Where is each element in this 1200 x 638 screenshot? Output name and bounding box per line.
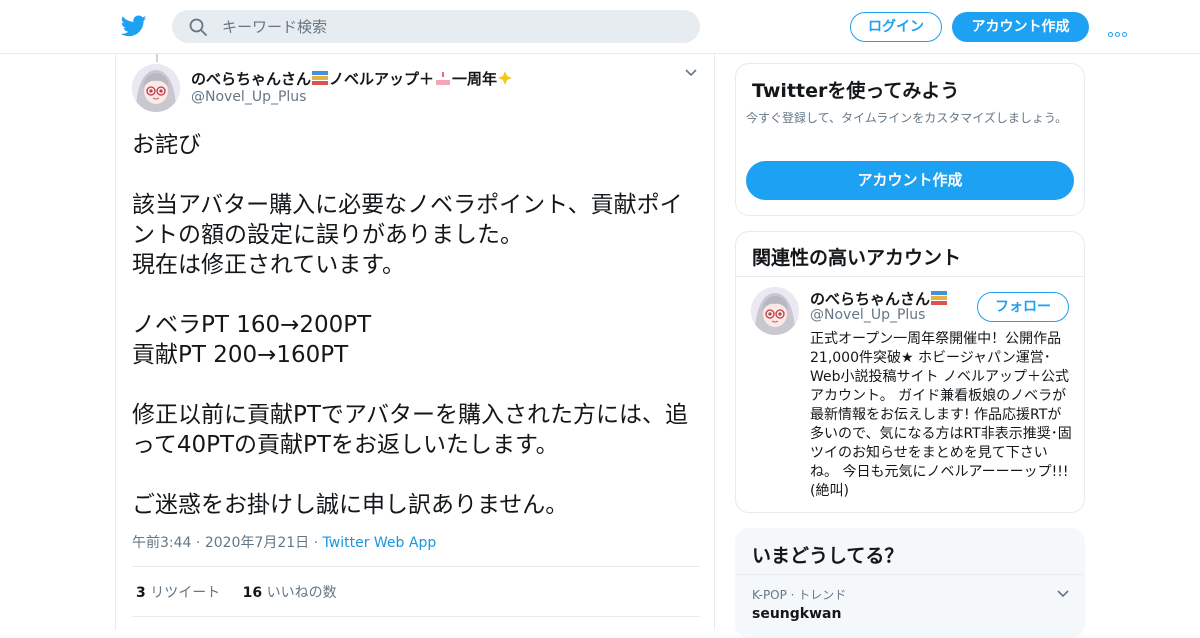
signup-card-button[interactable]: アカウント作成 — [746, 161, 1074, 200]
related-account-name-text: のべらちゃんさん — [810, 290, 931, 308]
search-icon — [189, 18, 207, 36]
divider — [736, 276, 1084, 277]
like-stat[interactable]: 16 いいねの数 — [243, 585, 337, 601]
like-count: 16 — [242, 585, 263, 601]
meta-separator: · — [313, 535, 323, 551]
trend-name[interactable]: seungkwan — [752, 606, 841, 622]
meta-separator: · — [195, 535, 205, 551]
avatar[interactable] — [132, 64, 180, 112]
tweet-meta: 午前3:44 · 2020年7月21日 · Twitter Web App — [132, 532, 436, 552]
chevron-down-icon[interactable] — [1056, 589, 1070, 599]
related-account-handle[interactable]: @Novel_Up_Plus — [810, 307, 925, 323]
books-emoji-icon — [312, 71, 329, 85]
author-name[interactable]: のべらちゃんさん ノベルアップ＋ 一周年 — [191, 68, 515, 89]
login-button[interactable]: ログイン — [850, 12, 942, 42]
trends-card: いまどうしてる？ K-POP · トレンド seungkwan — [735, 528, 1085, 638]
signup-card-subtitle: 今すぐ登録して、タイムラインをカスタマイズしましょう。 — [746, 111, 1068, 125]
tweet-time[interactable]: 午前3:44 — [132, 535, 191, 551]
related-card-title: 関連性の高いアカウント — [752, 247, 962, 269]
tweet-stats: 3 リツイート 16 いいねの数 — [136, 582, 355, 602]
signup-card-title: Twitterを使ってみよう — [752, 80, 960, 102]
cake-emoji-icon — [436, 72, 451, 85]
author-name-text: のべらちゃんさん — [191, 70, 312, 88]
search-input[interactable] — [222, 10, 682, 43]
tweet-source[interactable]: Twitter Web App — [323, 535, 437, 551]
signup-button[interactable]: アカウント作成 — [952, 12, 1089, 42]
author-name-text: 一周年 — [452, 70, 498, 88]
author-name-text: ノベルアップ＋ — [329, 70, 435, 88]
chevron-down-icon[interactable] — [684, 68, 698, 78]
top-navigation-bar: ログイン アカウント作成 — [0, 0, 1200, 54]
thread-connector-line — [156, 54, 158, 62]
author-handle[interactable]: @Novel_Up_Plus — [191, 89, 306, 105]
twitter-bird-icon[interactable] — [120, 13, 148, 39]
books-emoji-icon — [931, 291, 948, 305]
related-account-name[interactable]: のべらちゃんさん — [810, 288, 948, 309]
avatar[interactable] — [751, 287, 799, 335]
retweet-label: リツイート — [150, 585, 221, 601]
more-dots-icon[interactable] — [1108, 22, 1130, 37]
retweet-stat[interactable]: 3 リツイート — [136, 585, 220, 601]
sparkles-emoji-icon — [498, 71, 513, 85]
related-account-bio: 正式オープン一周年祭開催中！公開作品21,000件突破★ ホビージャパン運営･W… — [810, 331, 1072, 499]
tweet-date[interactable]: 2020年7月21日 — [205, 535, 309, 551]
search-bar[interactable] — [172, 10, 700, 43]
related-accounts-card: 関連性の高いアカウント のべらちゃんさん @Novel_Up_Plus フォロー… — [735, 231, 1085, 513]
divider — [132, 616, 700, 617]
follow-button[interactable]: フォロー — [977, 292, 1069, 322]
like-label: いいねの数 — [266, 585, 337, 601]
tweet-text: お詫び 該当アバター購入に必要なノベラポイント、貢献ポイントの額の設定に誤りがあ… — [132, 132, 688, 518]
retweet-count: 3 — [136, 585, 146, 601]
trends-card-title: いまどうしてる？ — [752, 545, 904, 567]
signup-card: Twitterを使ってみよう 今すぐ登録して、タイムラインをカスタマイズしましょ… — [735, 63, 1085, 216]
trend-category: K-POP · トレンド — [752, 588, 847, 602]
divider — [736, 574, 1084, 575]
divider — [132, 566, 700, 567]
tweet-detail: のべらちゃんさん ノベルアップ＋ 一周年 @Novel_Up_Plus お詫び 該当… — [115, 54, 715, 630]
